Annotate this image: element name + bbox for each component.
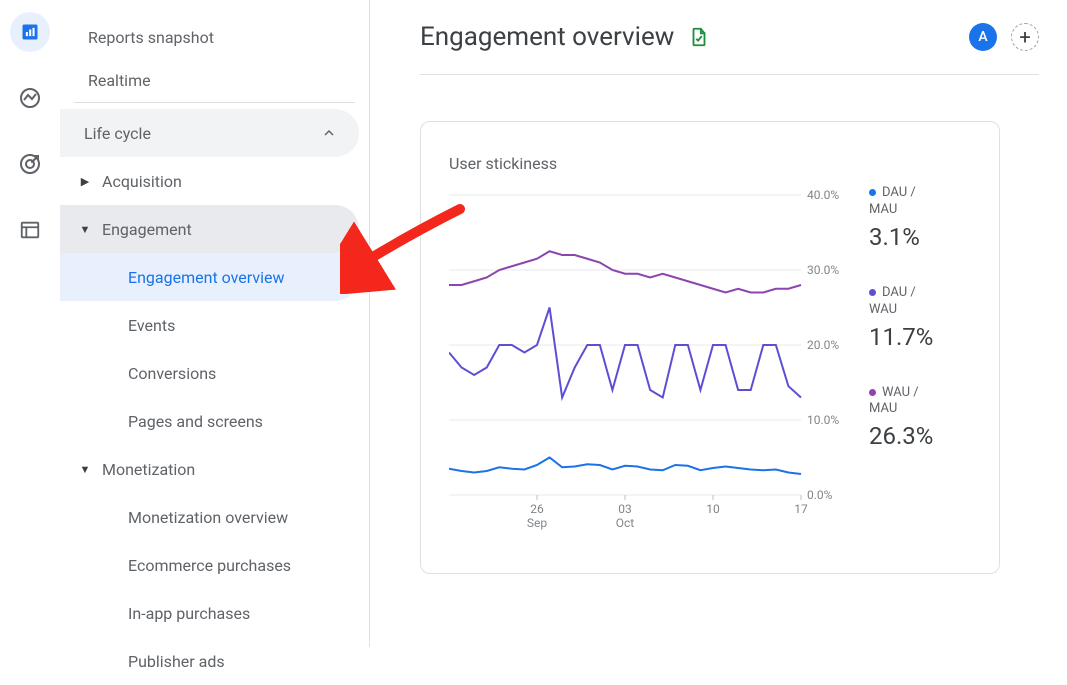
nav-publisher-ads[interactable]: Publisher ads [60, 637, 359, 685]
page-title: Engagement overview [420, 22, 674, 52]
svg-text:03: 03 [618, 502, 632, 516]
configure-icon[interactable] [10, 210, 50, 250]
caret-down-icon: ▼ [78, 463, 92, 476]
svg-text:0.0%: 0.0% [807, 488, 833, 502]
chart-legend: DAU /MAU 3.1% DAU /WAU 11.7% WAU /MAU 26.3% [869, 185, 971, 549]
user-avatar[interactable]: A [969, 23, 997, 51]
svg-text:26: 26 [530, 502, 544, 516]
caret-right-icon: ▶ [78, 175, 92, 188]
nav-events[interactable]: Events [60, 301, 359, 349]
section-life-cycle[interactable]: Life cycle [60, 109, 359, 157]
legend-item[interactable]: DAU /MAU 3.1% [869, 185, 971, 251]
legend-item[interactable]: WAU /MAU 26.3% [869, 385, 971, 451]
reports-nav: Reports snapshot Realtime Life cycle ▶ A… [60, 0, 370, 647]
legend-label: DAU /MAU [869, 185, 971, 219]
legend-value: 3.1% [869, 223, 971, 251]
advertising-icon[interactable] [10, 144, 50, 184]
svg-text:10: 10 [706, 502, 720, 516]
nav-acquisition[interactable]: ▶ Acquisition [60, 157, 359, 205]
stickiness-chart: 0.0% 10.0% 20.0% 30.0% 40.0% 26Sep 03Oct 10 17 [449, 185, 849, 549]
nav-reports-snapshot[interactable]: Reports snapshot [74, 16, 355, 59]
legend-label: WAU /MAU [869, 385, 971, 419]
svg-text:10.0%: 10.0% [807, 413, 839, 427]
nav-pages-and-screens[interactable]: Pages and screens [60, 397, 359, 445]
user-stickiness-card: User stickiness 0.0% 10.0% 20.0% 30.0% 40.0%… [420, 121, 1000, 574]
svg-text:40.0%: 40.0% [807, 188, 839, 202]
page-header: Engagement overview A + [420, 0, 1039, 75]
legend-value: 11.7% [869, 323, 971, 351]
nav-monetization[interactable]: ▼ Monetization [60, 445, 359, 493]
icon-rail [0, 0, 60, 647]
nav-engagement-label: Engagement [102, 220, 192, 239]
card-title: User stickiness [449, 154, 971, 173]
svg-text:Oct: Oct [616, 516, 635, 530]
main-content: Engagement overview A + User stickiness … [370, 0, 1067, 647]
legend-item[interactable]: DAU /WAU 11.7% [869, 285, 971, 351]
caret-down-icon: ▼ [78, 223, 92, 236]
nav-monetization-overview[interactable]: Monetization overview [60, 493, 359, 541]
verified-icon[interactable] [688, 26, 710, 48]
nav-conversions[interactable]: Conversions [60, 349, 359, 397]
legend-label: DAU /WAU [869, 285, 971, 319]
nav-engagement-overview[interactable]: Engagement overview [60, 253, 359, 301]
svg-text:Sep: Sep [527, 516, 547, 530]
explore-icon[interactable] [10, 78, 50, 118]
nav-in-app-purchases[interactable]: In-app purchases [60, 589, 359, 637]
chevron-up-icon [321, 125, 337, 141]
add-comparison-button[interactable]: + [1011, 23, 1039, 51]
reports-icon[interactable] [10, 12, 50, 52]
nav-engagement[interactable]: ▼ Engagement [60, 205, 359, 253]
nav-ecommerce-purchases[interactable]: Ecommerce purchases [60, 541, 359, 589]
nav-realtime[interactable]: Realtime [74, 59, 355, 102]
svg-text:17: 17 [794, 502, 808, 516]
svg-text:20.0%: 20.0% [807, 338, 839, 352]
svg-text:30.0%: 30.0% [807, 263, 839, 277]
section-life-cycle-label: Life cycle [84, 124, 321, 143]
nav-monetization-label: Monetization [102, 460, 195, 479]
nav-acquisition-label: Acquisition [102, 172, 182, 191]
legend-value: 26.3% [869, 422, 971, 450]
